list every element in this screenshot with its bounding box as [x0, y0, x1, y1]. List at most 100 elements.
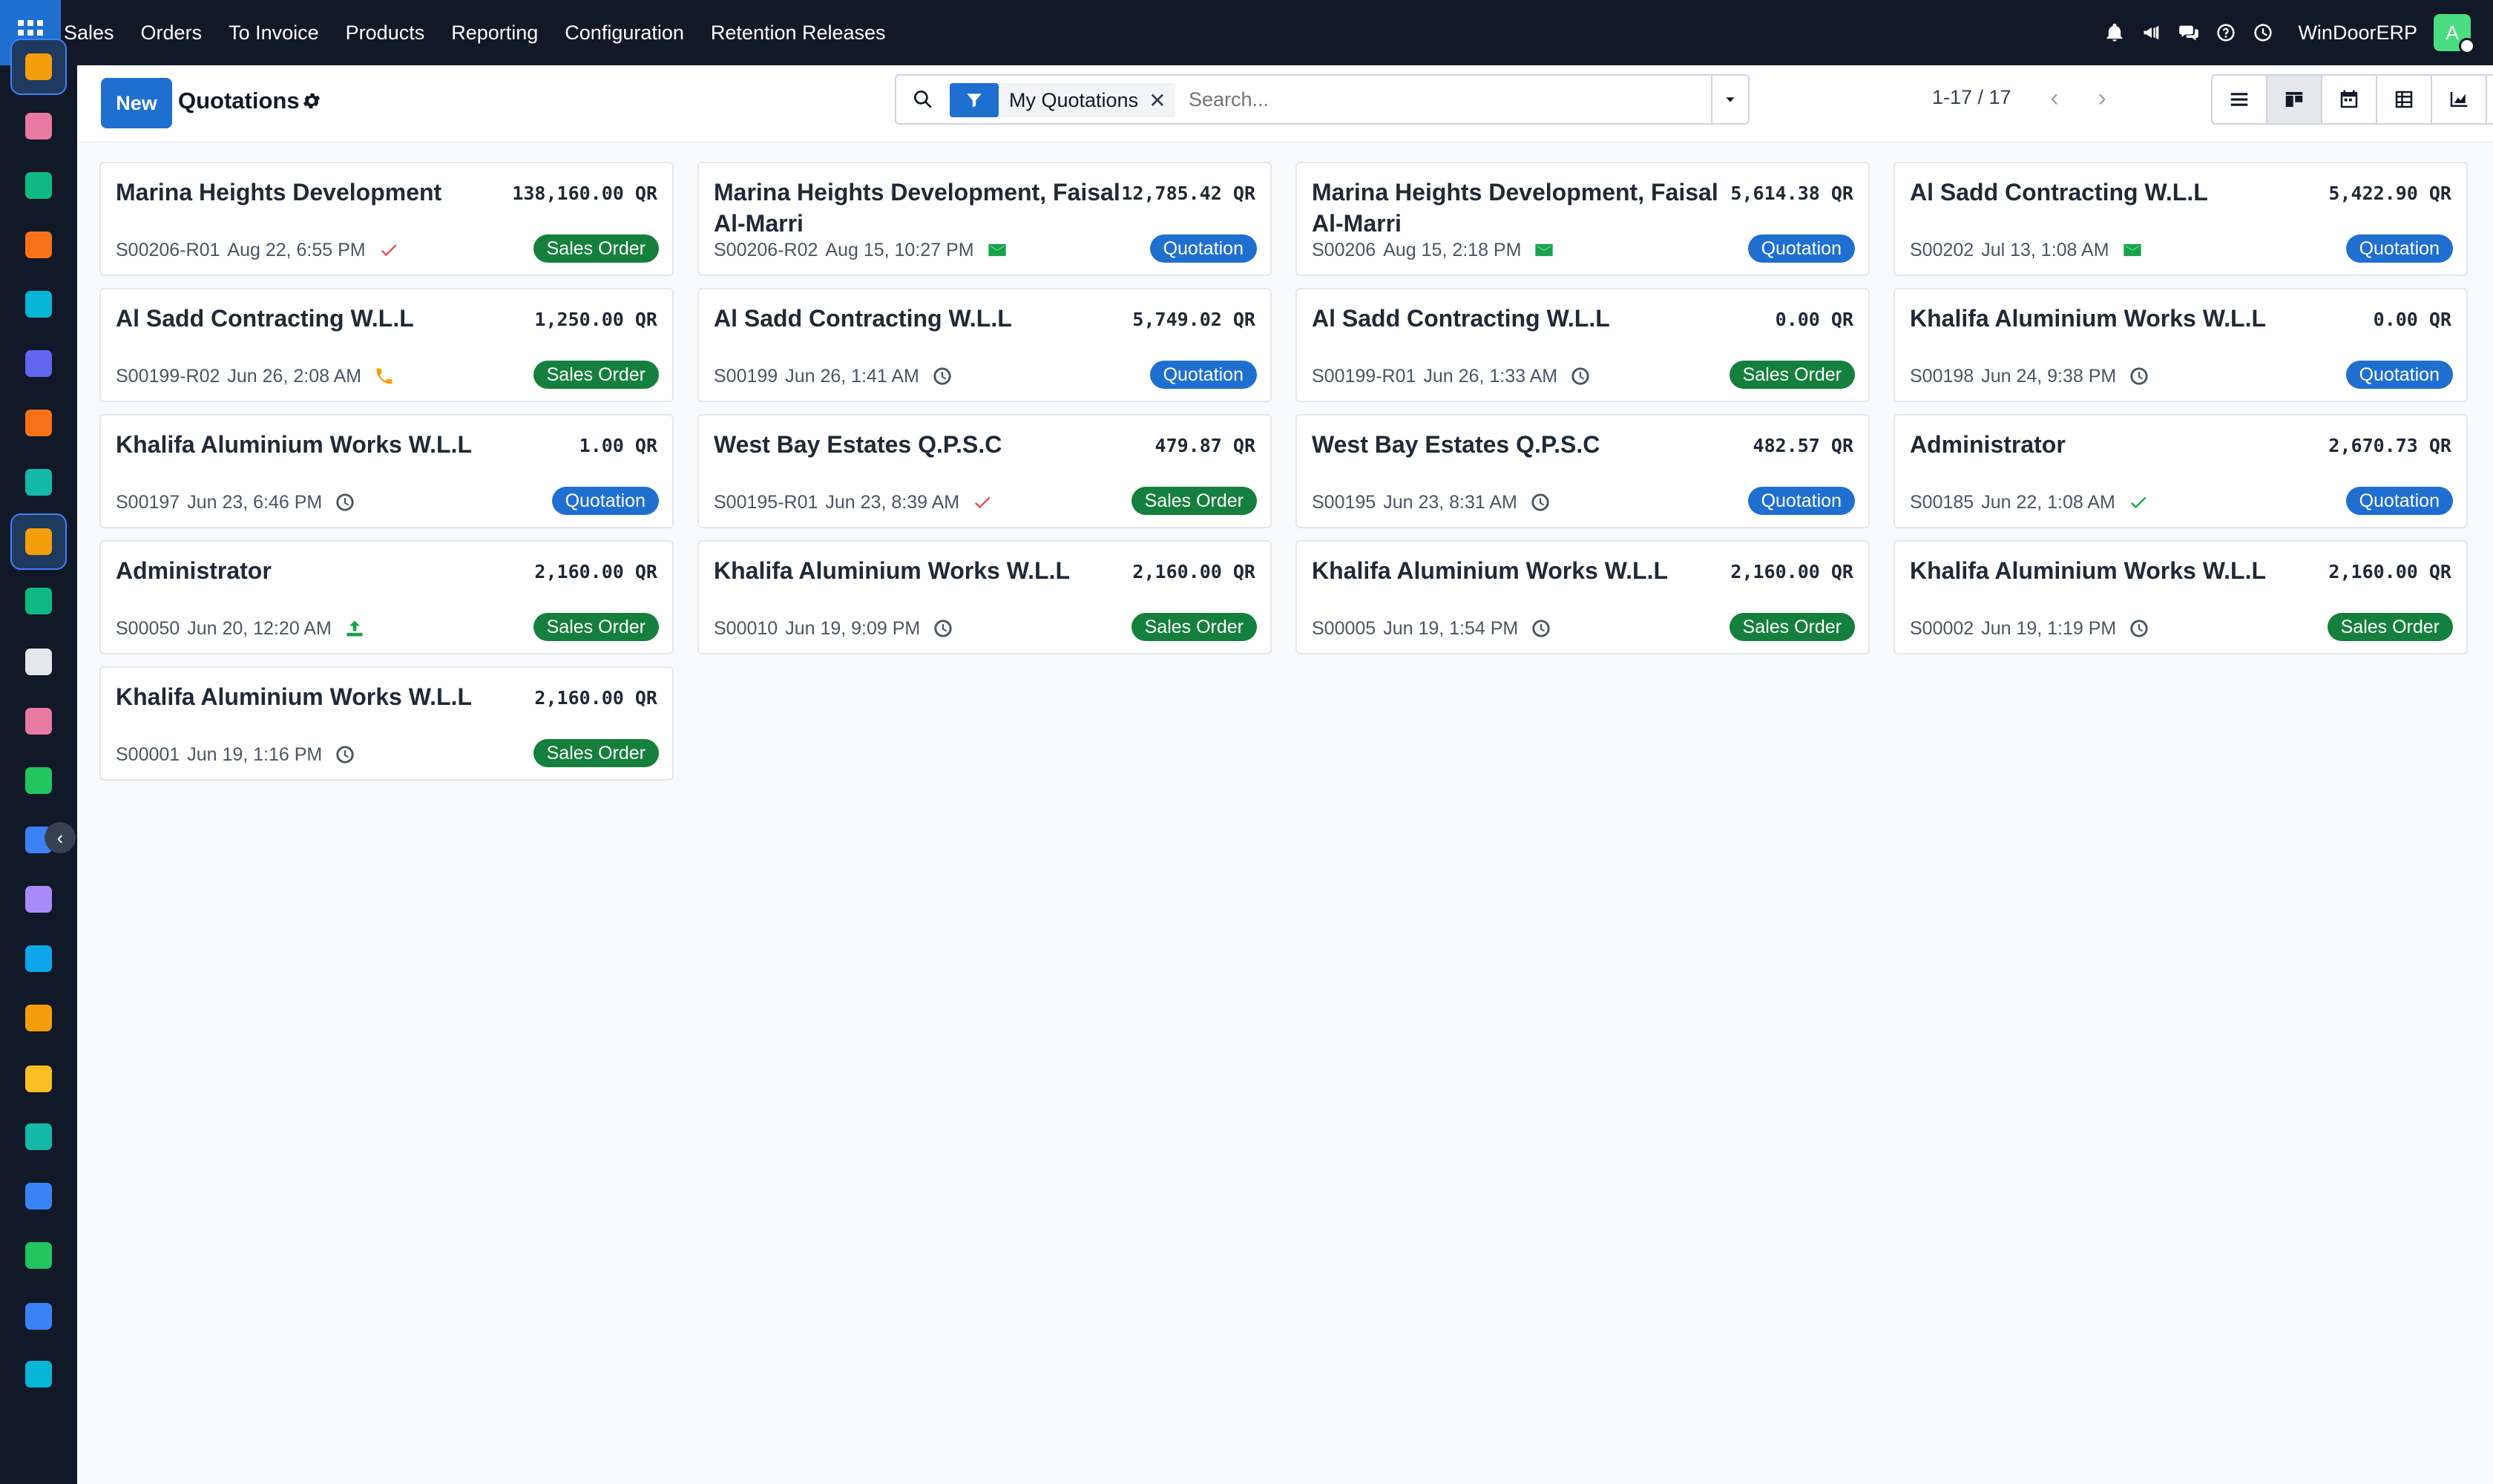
order-reference: S00005 [1312, 617, 1376, 639]
kanban-card[interactable]: Al Sadd Contracting W.L.L 5,749.02 QR S001… [697, 288, 1272, 402]
sidebar-app-15[interactable] [10, 930, 67, 987]
amount-total: 1.00 QR [579, 435, 657, 456]
megaphone-icon[interactable] [2133, 14, 2170, 51]
search-input[interactable] [1189, 85, 1634, 114]
sidebar-app-3[interactable] [10, 217, 67, 273]
kanban-card[interactable]: Khalifa Aluminium Works W.L.L 2,160.00 QR… [99, 666, 674, 781]
email-icon[interactable] [2121, 239, 2144, 261]
menu-to-invoice[interactable]: To Invoice [215, 0, 332, 65]
check-done-icon[interactable] [378, 239, 400, 261]
kanban-card[interactable]: West Bay Estates Q.P.S.C 479.87 QR S00195-… [697, 414, 1272, 528]
pivot-view-button[interactable] [2376, 74, 2432, 125]
order-date: Jun 19, 9:09 PM [785, 617, 921, 639]
kanban-card[interactable]: Khalifa Aluminium Works W.L.L 2,160.00 QR… [1295, 540, 1870, 654]
email-icon[interactable] [1533, 239, 1555, 261]
new-button[interactable]: New [101, 78, 172, 128]
kanban-card[interactable]: Marina Heights Development 138,160.00 QR S… [99, 162, 674, 276]
kanban-card[interactable]: Marina Heights Development, Faisal Al-Ma… [697, 162, 1272, 276]
card-footer: S00195-R01 Jun 23, 8:39 AM [714, 491, 993, 513]
sidebar-app-9[interactable] [10, 573, 67, 629]
sidebar-app-21[interactable] [10, 1288, 67, 1345]
sidebar-app-12[interactable] [10, 752, 67, 809]
pager-value[interactable]: 1-17 / 17 [1932, 86, 2011, 109]
sidebar-app-1[interactable] [10, 98, 67, 154]
clock-icon[interactable] [932, 617, 954, 640]
order-reference: S00198 [1910, 365, 1974, 387]
clock-icon[interactable] [2244, 14, 2282, 51]
sidebar-app-17[interactable] [10, 1051, 67, 1107]
clock-icon[interactable] [931, 365, 953, 387]
customer-name: Khalifa Aluminium Works W.L.L [1312, 557, 1669, 584]
menu-products[interactable]: Products [332, 0, 439, 65]
activity-view-button[interactable] [2486, 74, 2493, 125]
facet-remove-icon[interactable]: ✕ [1149, 88, 1175, 113]
clock-icon[interactable] [1529, 491, 1551, 513]
pager-next-button[interactable]: › [2083, 79, 2121, 117]
search-facet[interactable]: My Quotations ✕ [950, 83, 1175, 117]
kanban-card[interactable]: Administrator 2,670.73 QR S00185 Jun 22, 1:… [1893, 414, 2468, 528]
kanban-card[interactable]: Administrator 2,160.00 QR S00050 Jun 20, 12… [99, 540, 674, 654]
graph-view-button[interactable] [2431, 74, 2487, 125]
check-done-icon[interactable] [971, 491, 993, 513]
sidebar-app-2[interactable] [10, 157, 67, 214]
email-icon[interactable] [986, 239, 1008, 261]
sidebar-app-16[interactable] [10, 990, 67, 1046]
menu-orders[interactable]: Orders [128, 0, 216, 65]
sidebar-app-5[interactable] [10, 335, 67, 392]
check-green-icon[interactable] [2127, 491, 2149, 513]
status-badge: Quotation [1149, 234, 1257, 263]
clock-icon[interactable] [1530, 617, 1552, 640]
calendar-view-button[interactable] [2321, 74, 2377, 125]
gear-icon[interactable] [301, 91, 322, 111]
avatar-letter: A [2446, 21, 2459, 44]
menu-reporting[interactable]: Reporting [438, 0, 551, 65]
sidebar-app-11[interactable] [10, 693, 67, 749]
upload-icon[interactable] [344, 617, 366, 640]
menu-configuration[interactable]: Configuration [551, 0, 697, 65]
clock-icon[interactable] [334, 743, 356, 766]
sidebar-app-18[interactable] [10, 1109, 67, 1165]
kanban-view-button[interactable] [2266, 74, 2322, 125]
sidebar-app-6[interactable] [10, 395, 67, 451]
kanban-card[interactable]: Al Sadd Contracting W.L.L 1,250.00 QR S001… [99, 288, 674, 402]
clock-icon[interactable] [334, 491, 356, 513]
kanban-card[interactable]: West Bay Estates Q.P.S.C 482.57 QR S00195 J… [1295, 414, 1870, 528]
card-footer: S00199-R01 Jun 26, 1:33 AM [1312, 365, 1592, 387]
clock-icon[interactable] [1569, 365, 1592, 387]
sidebar-app-0[interactable] [10, 39, 67, 95]
bell-icon[interactable] [2096, 14, 2133, 51]
sidebar-app-7[interactable] [10, 454, 67, 510]
order-date: Jun 26, 1:33 AM [1423, 365, 1558, 387]
calendar-app-icon [25, 1066, 52, 1092]
clock-icon[interactable] [2128, 617, 2150, 640]
sidebar-app-14[interactable] [10, 871, 67, 928]
sidebar-collapse-button[interactable]: ‹ [45, 822, 76, 853]
kanban-card[interactable]: Khalifa Aluminium Works W.L.L 2,160.00 QR… [697, 540, 1272, 654]
help-icon[interactable] [2207, 14, 2244, 51]
search-options-toggle[interactable] [1711, 76, 1748, 123]
sidebar-app-19[interactable] [10, 1168, 67, 1224]
kanban-card[interactable]: Khalifa Aluminium Works W.L.L 2,160.00 QR… [1893, 540, 2468, 654]
sidebar-app-10[interactable] [10, 634, 67, 690]
kanban-card[interactable]: Al Sadd Contracting W.L.L 0.00 QR S00199-R… [1295, 288, 1870, 402]
facet-label: My Quotations [1009, 88, 1139, 111]
sidebar-app-4[interactable] [10, 276, 67, 332]
sidebar-app-22[interactable] [10, 1346, 67, 1402]
sidebar-app-20[interactable] [10, 1227, 67, 1284]
kanban-card[interactable]: Khalifa Aluminium Works W.L.L 1.00 QR S001… [99, 414, 674, 528]
kanban-card[interactable]: Khalifa Aluminium Works W.L.L 0.00 QR S001… [1893, 288, 2468, 402]
menu-retention-releases[interactable]: Retention Releases [697, 0, 899, 65]
clock-icon[interactable] [2128, 365, 2150, 387]
search-icon[interactable] [911, 88, 935, 111]
order-reference: S00199-R02 [116, 365, 220, 387]
list-view-button[interactable] [2211, 74, 2267, 125]
menu-sales[interactable]: Sales [61, 0, 128, 65]
company-switcher[interactable]: WinDoorERP [2298, 22, 2417, 45]
kanban-card[interactable]: Marina Heights Development, Faisal Al-Ma… [1295, 162, 1870, 276]
sidebar-app-8[interactable] [10, 513, 67, 570]
user-avatar[interactable]: A [2434, 14, 2475, 54]
chat-icon[interactable] [2170, 14, 2207, 51]
phone-icon[interactable] [373, 365, 395, 387]
pager-previous-button[interactable]: ‹ [2036, 79, 2073, 117]
kanban-card[interactable]: Al Sadd Contracting W.L.L 5,422.90 QR S002… [1893, 162, 2468, 276]
